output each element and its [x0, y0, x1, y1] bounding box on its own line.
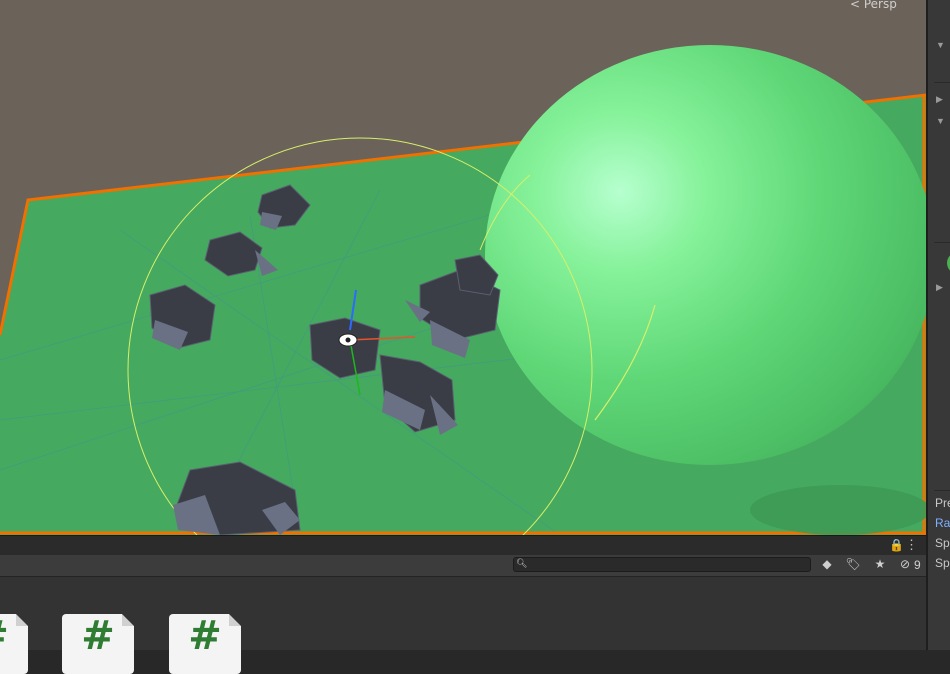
visibility-eye-icon[interactable]	[338, 333, 358, 347]
green-sphere[interactable]	[485, 45, 926, 465]
expand-arrow-icon[interactable]: ▶	[936, 282, 943, 293]
inspector-item[interactable]: Spa	[935, 536, 950, 550]
project-panel-header: 🔒 ⋮	[0, 535, 926, 556]
hidden-packages-icon[interactable]: ⊘	[897, 557, 913, 573]
script-asset[interactable]: #	[62, 614, 134, 674]
panel-menu-icon[interactable]: ⋮	[905, 537, 918, 553]
search-input[interactable]	[513, 557, 811, 572]
divider	[934, 82, 950, 83]
camera-mode-label[interactable]: < Persp	[850, 0, 897, 11]
divider	[934, 490, 950, 491]
script-hash-icon: #	[81, 613, 115, 659]
script-hash-icon: #	[0, 616, 28, 656]
project-assets-grid	[0, 577, 926, 650]
script-asset[interactable]: #	[169, 614, 241, 674]
filter-by-label-icon[interactable]: 🏷︎	[845, 557, 861, 573]
search-icon: 🔍︎	[516, 558, 528, 568]
favorites-icon[interactable]: ★	[872, 557, 888, 573]
script-asset[interactable]: #	[0, 614, 28, 674]
inspector-item[interactable]: Spa	[935, 556, 950, 570]
collapse-arrow-icon[interactable]: ▼	[936, 116, 945, 126]
filter-by-type-icon[interactable]: ◆	[819, 557, 835, 573]
script-hash-icon: #	[188, 613, 222, 659]
inspector-item[interactable]: Pre	[935, 496, 950, 510]
project-toolbar	[0, 555, 926, 577]
expand-arrow-icon[interactable]: ▶	[936, 94, 943, 105]
scene-view[interactable]: < Persp	[0, 0, 926, 535]
divider	[934, 242, 950, 243]
inspector-panel: ▼ ▶ ▼ ▶ Pre Rad Spa Spa	[926, 0, 950, 650]
inspector-item-selected[interactable]: Rad	[935, 516, 950, 530]
hidden-packages-count: 9	[914, 558, 921, 572]
collapse-arrow-icon[interactable]: ▼	[936, 40, 945, 50]
lock-icon[interactable]: 🔒	[889, 538, 904, 552]
scene-canvas[interactable]	[0, 0, 926, 535]
